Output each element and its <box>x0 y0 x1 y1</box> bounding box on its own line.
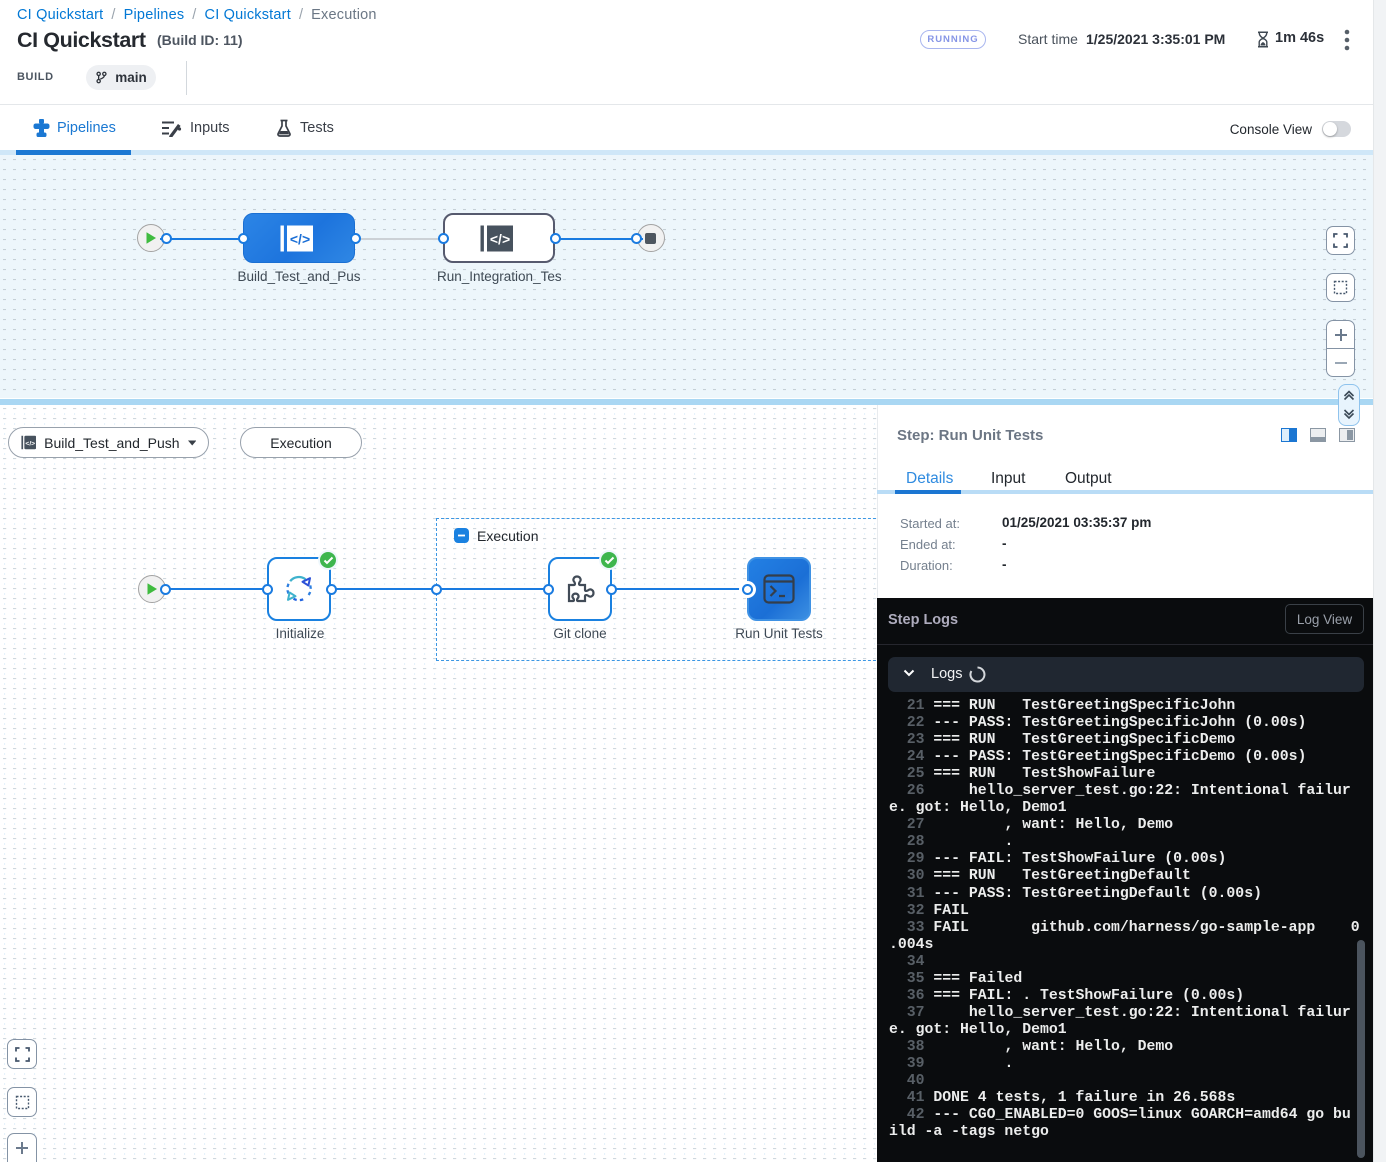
svg-text:</>: </> <box>290 231 310 247</box>
svg-text:</>: </> <box>490 231 510 247</box>
svg-text:</>: </> <box>25 440 35 447</box>
